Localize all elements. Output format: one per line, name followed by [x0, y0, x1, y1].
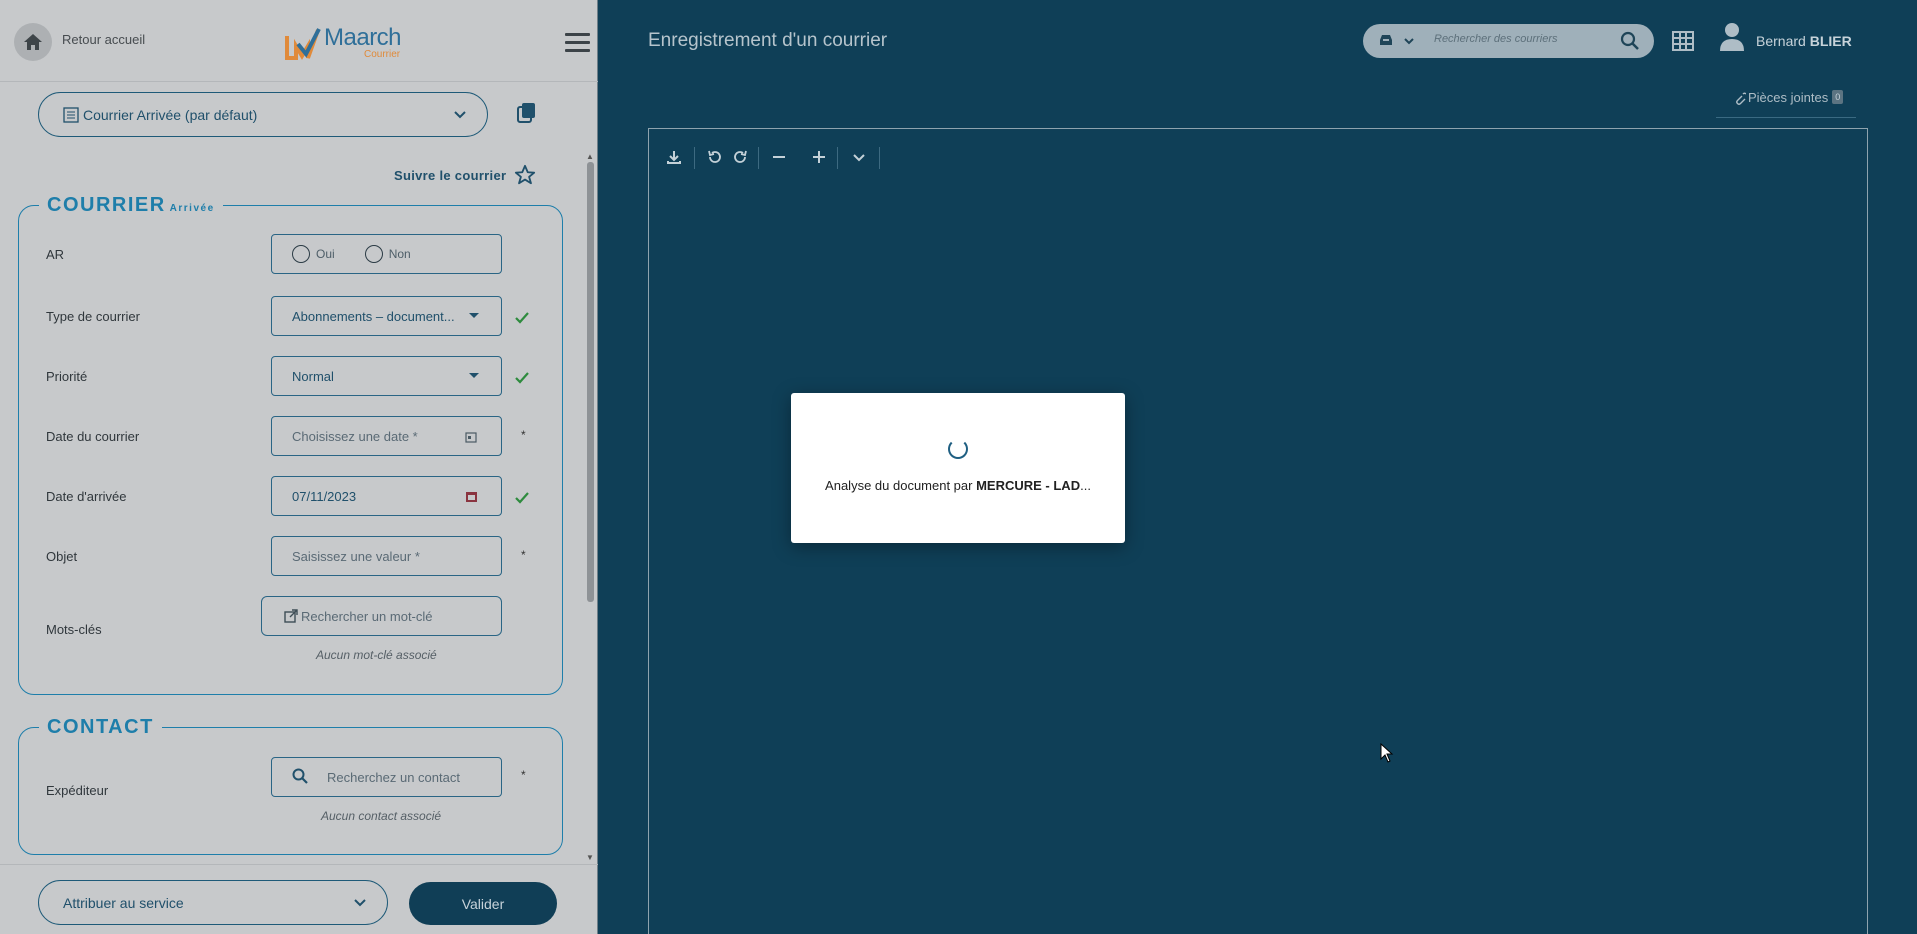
calendar-icon[interactable]: [465, 431, 477, 443]
validate-button[interactable]: Valider: [409, 882, 557, 925]
check-icon: [515, 372, 529, 384]
attachments-count: 0: [1832, 90, 1844, 104]
zoom-in-icon[interactable]: [811, 149, 827, 165]
form-model-icon: [63, 106, 79, 123]
logo-sub: Courrier: [364, 49, 401, 60]
assign-service-select[interactable]: Attribuer au service: [38, 880, 388, 925]
apps-grid-icon[interactable]: [1672, 31, 1694, 51]
ar-radio-group: Oui Non: [271, 234, 502, 274]
maarch-logo: Maarch Courrier: [284, 24, 414, 60]
star-icon: [515, 164, 536, 185]
user-icon[interactable]: [1719, 22, 1745, 52]
mouse-cursor-icon: [1380, 743, 1394, 763]
chevron-down-icon: [454, 111, 466, 119]
scrollbar-thumb[interactable]: [587, 162, 594, 602]
loading-spinner-icon: [948, 439, 968, 459]
subject-input[interactable]: Saisissez une valeur *: [271, 536, 502, 576]
courrier-legend: COURRIER Arrivée: [39, 194, 223, 217]
left-header: Retour accueil Maarch Courrier: [0, 0, 598, 82]
home-icon: [24, 34, 42, 50]
keywords-label: Mots-clés: [46, 622, 102, 637]
logo-name: Maarch: [324, 24, 402, 51]
follow-mail-button[interactable]: Suivre le courrier: [394, 164, 536, 186]
follow-label: Suivre le courrier: [394, 167, 507, 183]
toolbar-separator: [837, 147, 838, 169]
external-link-icon: [284, 609, 298, 623]
required-marker: *: [521, 548, 526, 562]
caret-down-icon: [469, 313, 479, 318]
keyword-search-label: Rechercher un mot-clé: [301, 608, 433, 624]
sender-placeholder: Recherchez un contact: [327, 769, 460, 785]
mail-search-bar[interactable]: Rechercher des courriers: [1363, 24, 1654, 58]
rotate-left-icon[interactable]: [707, 149, 723, 165]
priority-select[interactable]: Normal: [271, 356, 502, 396]
home-button[interactable]: [14, 23, 52, 61]
attachments-label: Pièces jointes: [1748, 90, 1829, 105]
paperclip-icon: [1736, 92, 1746, 105]
chevron-down-icon: [354, 899, 366, 907]
home-label[interactable]: Retour accueil: [62, 32, 145, 47]
model-select-value: Courrier Arrivée (par défaut): [83, 106, 258, 123]
download-icon[interactable]: [666, 149, 682, 165]
rotate-right-icon[interactable]: [732, 149, 748, 165]
doc-date-input[interactable]: Choisissez une date *: [271, 416, 502, 456]
check-icon: [515, 312, 529, 324]
arrival-date-value: 07/11/2023: [292, 488, 357, 504]
ar-oui-radio[interactable]: Oui: [292, 245, 335, 263]
inbox-icon[interactable]: [1379, 33, 1393, 47]
ar-label: AR: [46, 247, 65, 262]
ar-non-radio[interactable]: Non: [364, 245, 411, 263]
keyword-search-button[interactable]: Rechercher un mot-clé: [261, 596, 502, 636]
type-label: Type de courrier: [46, 309, 140, 324]
scroll-down-icon[interactable]: ▼: [586, 853, 594, 862]
copy-icon[interactable]: [517, 102, 537, 124]
search-icon[interactable]: [1620, 31, 1640, 51]
user-name[interactable]: Bernard BLIER: [1756, 33, 1852, 49]
sender-label: Expéditeur: [46, 783, 109, 798]
analysis-modal: Analyse du document par MERCURE - LAD...: [791, 393, 1125, 543]
scroll-up-icon[interactable]: ▲: [586, 152, 594, 161]
left-panel: Retour accueil Maarch Courrier Courrier …: [0, 0, 598, 934]
zoom-out-icon[interactable]: [771, 149, 787, 165]
toolbar-separator: [758, 147, 759, 169]
menu-icon[interactable]: [565, 33, 590, 53]
sender-search-input[interactable]: Recherchez un contact: [271, 757, 502, 797]
caret-down-icon: [469, 373, 479, 378]
required-marker: *: [521, 768, 526, 782]
keywords-empty-hint: Aucun mot-clé associé: [316, 648, 437, 662]
arrival-date-label: Date d'arrivée: [46, 489, 127, 504]
arrival-date-input[interactable]: 07/11/2023: [271, 476, 502, 516]
contact-empty-hint: Aucun contact associé: [321, 809, 442, 823]
doc-date-placeholder: Choisissez une date *: [292, 428, 418, 444]
mail-search-placeholder[interactable]: Rechercher des courriers: [1434, 33, 1558, 45]
assign-service-label: Attribuer au service: [63, 894, 184, 911]
doc-date-label: Date du courrier: [46, 429, 140, 444]
chevron-down-icon[interactable]: [851, 149, 867, 165]
analysis-message: Analyse du document par MERCURE - LAD...: [825, 478, 1091, 493]
form-scrollbar[interactable]: ▲ ▼: [584, 152, 596, 862]
search-icon: [292, 768, 308, 784]
priority-label: Priorité: [46, 369, 88, 384]
toolbar-separator: [879, 147, 880, 169]
page-title: Enregistrement d'un courrier: [648, 30, 888, 51]
type-select-value: Abonnements – document...: [292, 308, 455, 324]
type-select[interactable]: Abonnements – document...: [271, 296, 502, 336]
logo-mark-icon: [285, 28, 321, 60]
subject-placeholder: Saisissez une valeur *: [292, 548, 420, 564]
priority-select-value: Normal: [292, 368, 334, 384]
toolbar-separator: [694, 147, 695, 169]
required-marker: *: [521, 428, 526, 442]
calendar-icon[interactable]: [465, 490, 478, 503]
model-select[interactable]: Courrier Arrivée (par défaut): [38, 92, 488, 137]
subject-label: Objet: [46, 549, 78, 564]
chevron-down-icon[interactable]: [1403, 35, 1415, 47]
check-icon: [515, 492, 529, 504]
contact-legend: CONTACT: [39, 716, 162, 739]
attachments-tab[interactable]: Pièces jointes 0: [1716, 84, 1856, 118]
